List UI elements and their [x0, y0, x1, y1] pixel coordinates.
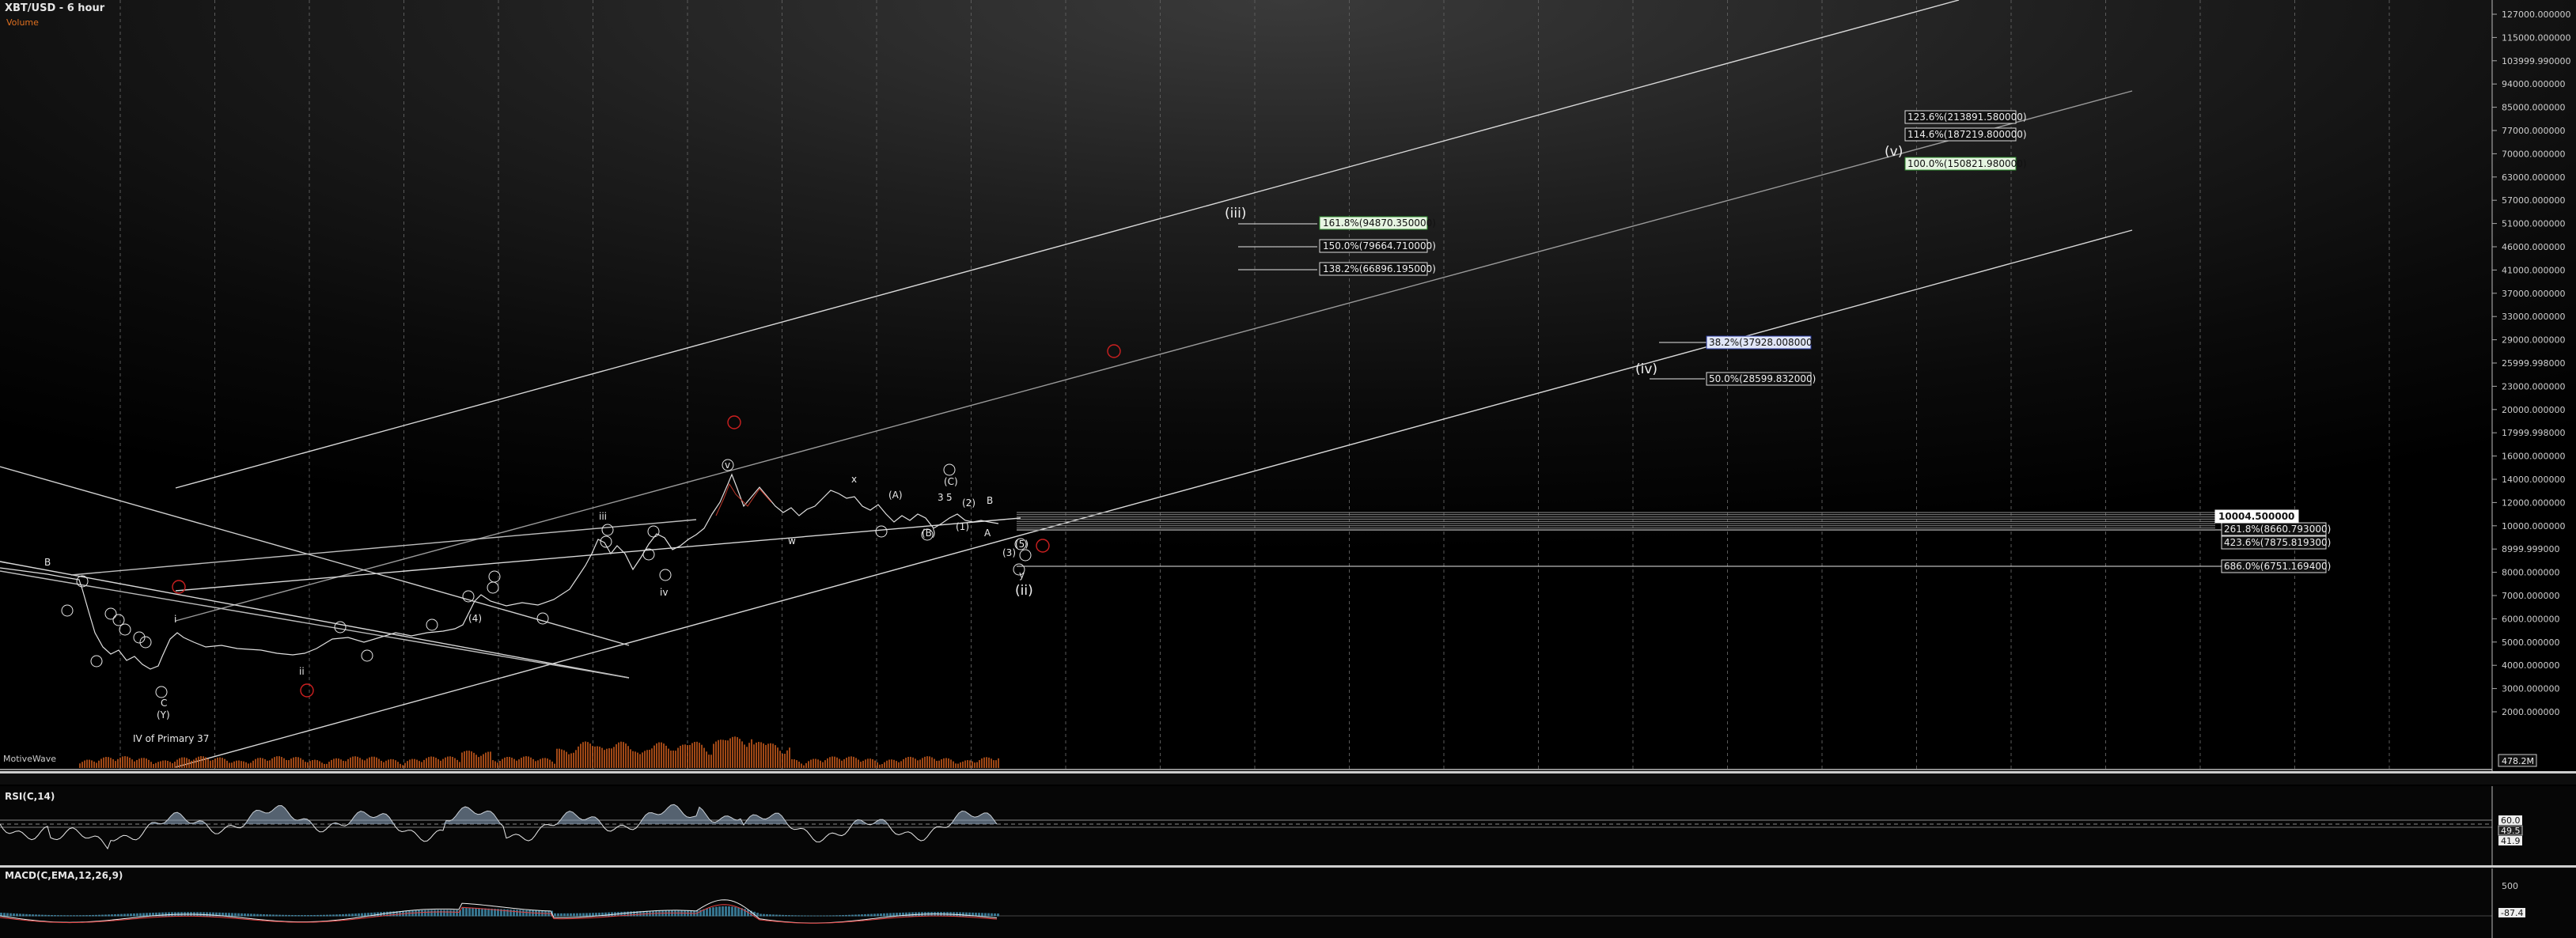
wave-label-C-paren: (C) — [944, 476, 958, 487]
macd-axis-500: 500 — [2502, 881, 2518, 891]
projection-band — [1017, 512, 2215, 531]
time-strip — [0, 773, 2576, 785]
price-axis[interactable]: 127000.000000 115000.000000 103999.990000 9… — [2492, 9, 2570, 717]
price-label: 115000.000000 — [2502, 32, 2570, 43]
wave-label-iii-small: iii — [599, 511, 607, 522]
wave-label-v: (v) — [1885, 144, 1903, 160]
wave-label-x: x — [851, 474, 857, 485]
wave-label-w: w — [788, 535, 796, 547]
fib-label-v-1236: 123.6%(213891.580000) — [1907, 112, 2027, 123]
price-label: 12000.000000 — [2502, 497, 2565, 508]
price-label: 10000.000000 — [2502, 521, 2565, 531]
price-label: 85000.000000 — [2502, 103, 2565, 113]
price-chart-panel[interactable]: 127000.000000 115000.000000 103999.990000 9… — [0, 0, 2576, 771]
wave-label-iii: (iii) — [1225, 206, 1246, 221]
macd-value-current: -87.4 — [2501, 908, 2523, 918]
price-label: 20000.000000 — [2502, 405, 2565, 415]
wave-label-A-paren: (A) — [888, 490, 903, 501]
wave-circle-markers — [61, 459, 1032, 698]
wave-label-3-paren: (3) — [1002, 547, 1016, 558]
fib-label-iv-50: 50.0%(28599.832000) — [1709, 373, 1816, 384]
price-label: 25999.998000 — [2502, 358, 2565, 369]
rsi-title: RSI(C,14) — [5, 791, 55, 802]
price-series — [0, 473, 999, 670]
panel-separator-2[interactable] — [0, 865, 2576, 868]
wave-label-Y: (Y) — [157, 709, 170, 721]
rsi-value-40: 41.9 — [2501, 836, 2521, 846]
volume-bars — [79, 736, 999, 768]
price-label: 8000.000000 — [2502, 568, 2559, 578]
price-label: 7000.000000 — [2502, 591, 2559, 601]
wave-label-ii-small: ii — [299, 666, 305, 677]
vertical-grid — [119, 0, 2390, 770]
wave-label-iv-primary: IV of Primary 37 — [133, 733, 209, 744]
last-price-badge: 10004.500000 — [2218, 511, 2294, 522]
rsi-panel[interactable]: 60.0 49.5 41.9 — [0, 786, 2576, 865]
fib-label-iii-1618: 161.8%(94870.350000) — [1323, 217, 1436, 229]
price-label: 17999.998000 — [2502, 428, 2565, 438]
fib-label-iii-150: 150.0%(79664.710000) — [1323, 240, 1436, 252]
wave-label-4-paren: (4) — [468, 613, 482, 624]
price-label: 16000.000000 — [2502, 452, 2565, 462]
price-label: 5000.000000 — [2502, 637, 2559, 648]
price-label: 37000.000000 — [2502, 289, 2565, 299]
macd-histogram — [0, 906, 999, 917]
price-label: 77000.000000 — [2502, 126, 2565, 136]
price-label: 2000.000000 — [2502, 707, 2559, 717]
fib-labels: 161.8%(94870.350000) 150.0%(79664.710000… — [1319, 110, 2537, 767]
fib-label-iii-1382: 138.2%(66896.195000) — [1323, 263, 1436, 274]
price-label: 3000.000000 — [2502, 684, 2559, 694]
price-label: 46000.000000 — [2502, 242, 2565, 252]
fib-label-v-1146: 114.6%(187219.800000) — [1907, 129, 2027, 140]
price-label: 63000.000000 — [2502, 172, 2565, 183]
wave-label-3: 3 — [938, 492, 944, 503]
price-label: 70000.000000 — [2502, 149, 2565, 159]
wave-label-B-small: B — [987, 495, 993, 506]
price-label: 57000.000000 — [2502, 195, 2565, 206]
volume-label: Volume — [6, 17, 39, 28]
wave-label-A: A — [984, 528, 991, 539]
price-label: 33000.000000 — [2502, 312, 2565, 322]
price-label: 4000.000000 — [2502, 660, 2559, 671]
price-label: 29000.000000 — [2502, 335, 2565, 346]
macd-canvas[interactable]: 500 -87.4 — [0, 868, 2576, 938]
wave-labels-small: B i ii iii iv v w x y (Y) C IV of Primar… — [44, 460, 1029, 744]
price-label: 51000.000000 — [2502, 219, 2565, 229]
wave-label-C: C — [161, 698, 167, 709]
wave-label-v-small: v — [725, 460, 730, 471]
fib-label-ii-2618: 261.8%(8660.793000) — [2224, 524, 2331, 535]
fib-label-iv-382: 38.2%(37928.008000) — [1709, 337, 1816, 348]
price-label: 127000.000000 — [2502, 9, 2570, 20]
price-chart-canvas[interactable]: 127000.000000 115000.000000 103999.990000 9… — [0, 0, 2576, 771]
fib-label-v-100: 100.0%(150821.980000) — [1907, 158, 2027, 169]
volume-value-badge: 478.2M — [2502, 756, 2534, 766]
fib-label-ii-4236: 423.6%(7875.819300) — [2224, 537, 2331, 548]
wave-label-iv-small: iv — [660, 587, 668, 598]
price-label: 23000.000000 — [2502, 381, 2565, 391]
wave-label-5: 5 — [946, 492, 953, 503]
wave-label-1-paren: (1) — [956, 521, 969, 532]
price-series-red — [715, 482, 772, 516]
wave-label-2-paren: (2) — [962, 497, 975, 509]
rsi-value-60: 60.0 — [2501, 815, 2521, 826]
price-label: 94000.000000 — [2502, 79, 2565, 89]
chart-window: 127000.000000 115000.000000 103999.990000 9… — [0, 0, 2576, 938]
wave-label-ii: (ii) — [1015, 583, 1033, 599]
fib-label-ii-686: 686.0%(6751.169400) — [2224, 561, 2331, 572]
wave-label-B: B — [44, 557, 51, 568]
price-label: 103999.990000 — [2502, 56, 2570, 66]
brand-label: MotiveWave — [3, 754, 57, 764]
chart-title: XBT/USD - 6 hour — [5, 2, 105, 14]
price-label: 6000.000000 — [2502, 614, 2559, 624]
price-label: 14000.000000 — [2502, 475, 2565, 485]
wave-label-iv: (iv) — [1635, 361, 1657, 377]
price-label: 41000.000000 — [2502, 265, 2565, 275]
rsi-value-current: 49.5 — [2501, 826, 2521, 836]
price-label: 8999.999000 — [2502, 544, 2559, 554]
macd-panel[interactable]: 500 -87.4 — [0, 868, 2576, 938]
macd-title: MACD(C,EMA,12,26,9) — [5, 870, 123, 881]
wave-label-i: i — [174, 614, 176, 625]
rsi-canvas[interactable]: 60.0 49.5 41.9 — [0, 786, 2576, 865]
